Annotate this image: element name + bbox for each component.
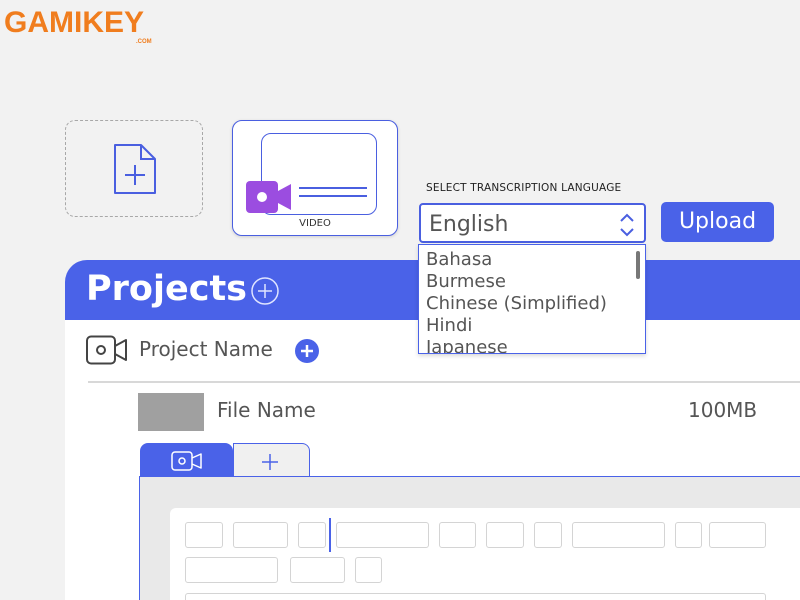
file-size: 100MB — [688, 398, 758, 422]
language-label: SELECT TRANSCRIPTION LANGUAGE — [426, 182, 622, 194]
word-token[interactable] — [336, 522, 429, 548]
upload-button[interactable]: Upload — [661, 202, 774, 242]
word-token[interactable] — [298, 522, 326, 548]
word-token[interactable] — [290, 557, 345, 583]
language-option[interactable]: Hindi — [426, 315, 472, 337]
word-token[interactable] — [534, 522, 562, 548]
tab-video[interactable] — [140, 443, 233, 477]
plus-icon — [261, 453, 279, 475]
file-thumbnail — [138, 393, 204, 431]
video-camera-outline-icon — [171, 451, 203, 475]
word-token[interactable] — [439, 522, 476, 548]
language-option[interactable]: Japanese — [426, 337, 508, 353]
logo-suffix: .COM — [136, 39, 152, 45]
text-cursor — [329, 518, 331, 552]
language-option[interactable]: Burmese — [426, 271, 506, 293]
video-upload-card[interactable]: VIDEO — [232, 120, 398, 236]
caption-line — [299, 195, 367, 197]
file-name[interactable]: File Name — [217, 398, 316, 422]
row-divider — [88, 381, 800, 383]
word-token[interactable] — [572, 522, 665, 548]
select-arrows-icon — [618, 211, 636, 243]
video-camera-icon — [245, 179, 293, 219]
video-camera-outline-icon — [86, 335, 128, 369]
add-project-icon[interactable] — [250, 276, 280, 310]
word-token[interactable] — [233, 522, 288, 548]
project-name[interactable]: Project Name — [139, 337, 273, 361]
file-plus-icon — [111, 141, 159, 201]
word-token[interactable] — [486, 522, 524, 548]
text-line-box[interactable] — [185, 593, 766, 600]
word-token[interactable] — [185, 522, 223, 548]
video-card-label: VIDEO — [299, 218, 331, 229]
language-selected-value: English — [429, 212, 509, 237]
word-token[interactable] — [185, 557, 278, 583]
add-file-card[interactable] — [65, 120, 203, 217]
language-option[interactable]: Chinese (Simplified) — [426, 293, 607, 315]
caption-line — [299, 187, 367, 189]
add-file-to-project-icon[interactable] — [294, 338, 320, 368]
language-select[interactable]: English — [419, 203, 646, 243]
word-token[interactable] — [709, 522, 766, 548]
projects-title: Projects — [86, 269, 248, 309]
word-token[interactable] — [675, 522, 702, 548]
gamikey-logo: GAMIKEY — [4, 8, 144, 38]
word-token[interactable] — [355, 557, 382, 583]
tab-add[interactable] — [233, 443, 310, 477]
language-option[interactable]: Bahasa — [426, 249, 492, 271]
language-dropdown-list[interactable]: Bahasa Burmese Chinese (Simplified) Hind… — [418, 244, 646, 354]
dropdown-scrollbar[interactable] — [636, 251, 640, 279]
logo-text: GAMIKEY — [4, 6, 145, 39]
